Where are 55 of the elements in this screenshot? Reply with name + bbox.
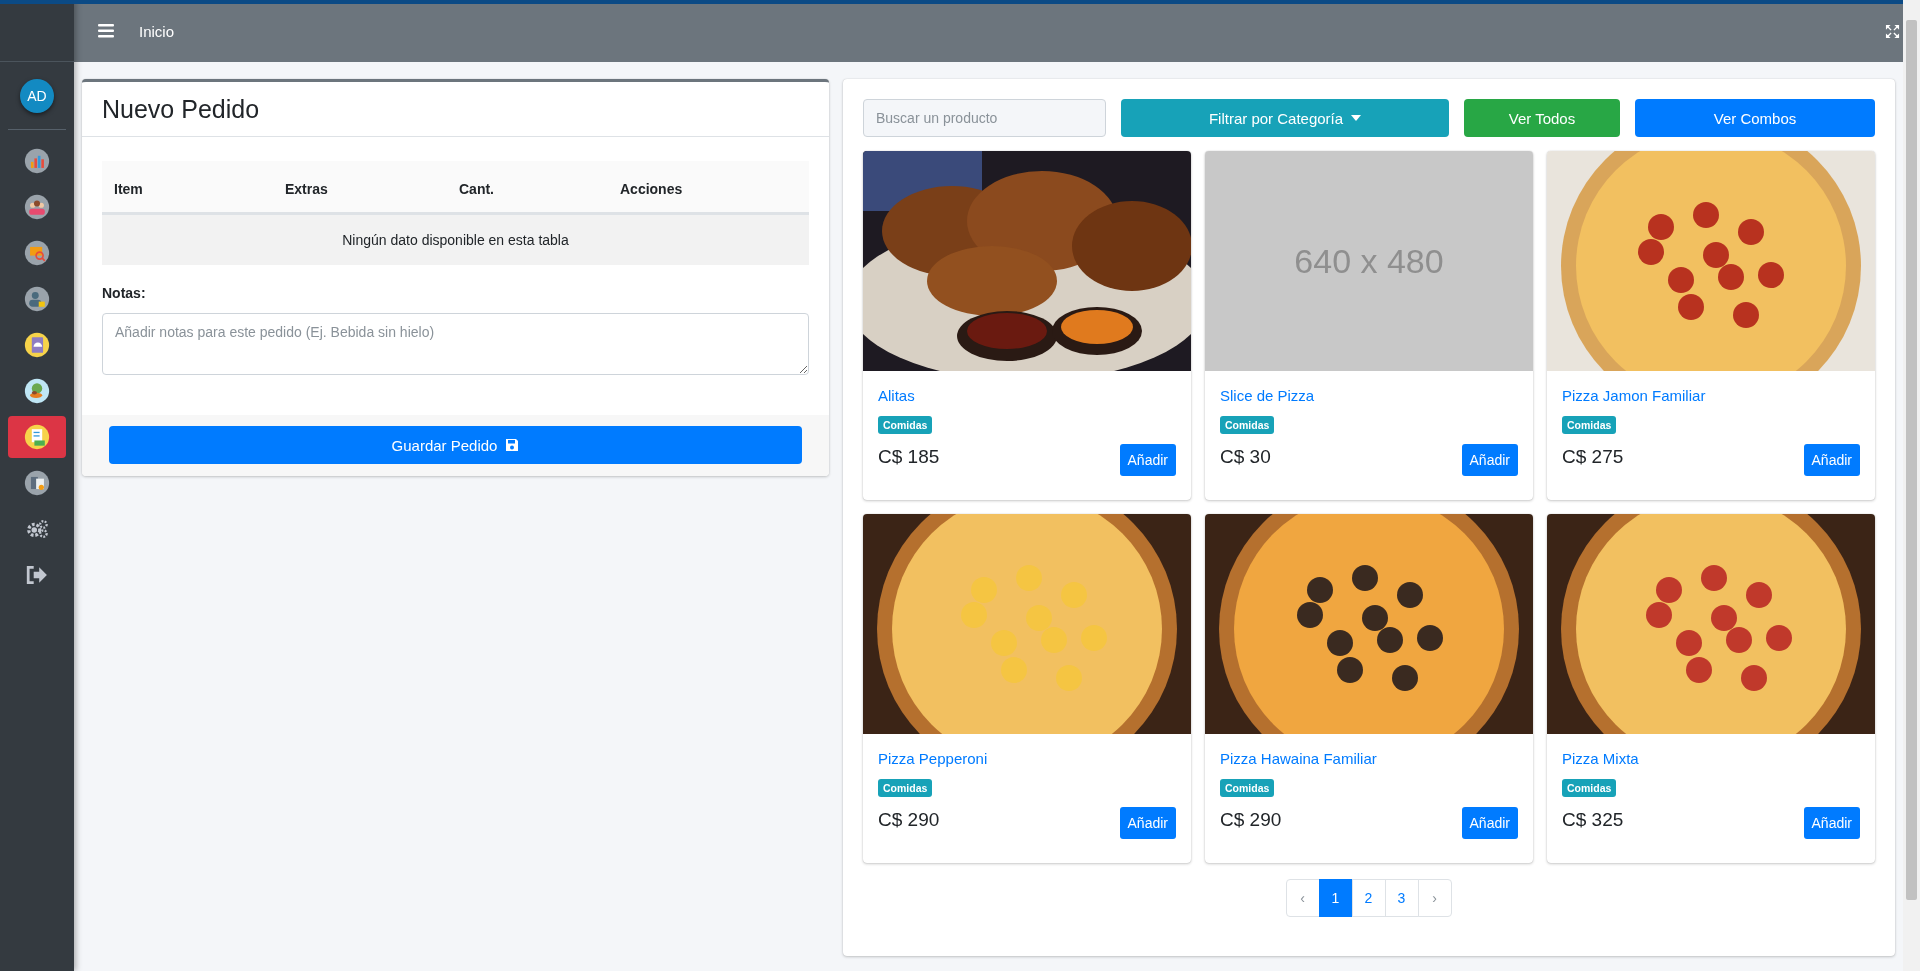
- product-price: C$ 275: [1562, 446, 1624, 468]
- add-button[interactable]: Añadir: [1803, 444, 1860, 476]
- add-button[interactable]: Añadir: [1461, 807, 1518, 839]
- image-size-label: 640 x 480: [1294, 241, 1444, 281]
- page-button[interactable]: 2: [1351, 879, 1386, 917]
- filter-button[interactable]: Ver Todos: [1464, 99, 1620, 137]
- receipt-icon: [24, 424, 50, 450]
- salad-icon: [24, 378, 50, 404]
- product-name-link[interactable]: Pizza Hawaina Familiar: [1220, 750, 1377, 767]
- add-button[interactable]: Añadir: [1119, 807, 1176, 839]
- user-lock-icon: [24, 286, 50, 312]
- search-field[interactable]: Buscar un producto: [863, 99, 1106, 137]
- category-badge: Comidas: [1562, 779, 1617, 797]
- sidebar-item[interactable]: [8, 416, 66, 458]
- add-button[interactable]: Añadir: [1803, 807, 1860, 839]
- scrollbar[interactable]: [1903, 0, 1920, 971]
- page-button[interactable]: 1: [1318, 879, 1353, 917]
- product-price: C$ 185: [878, 446, 940, 468]
- caret-icon: [1351, 115, 1362, 121]
- filter-dropdown-button[interactable]: Filtrar por Categoría: [1121, 99, 1449, 137]
- save-order-button[interactable]: Guardar Pedido: [109, 426, 802, 464]
- category-badge: Comidas: [1220, 416, 1275, 434]
- page-button[interactable]: 3: [1384, 879, 1419, 917]
- sign-out-icon: [26, 565, 48, 585]
- book-icon: [24, 332, 50, 358]
- next-page-button[interactable]: ›: [1417, 879, 1452, 917]
- product-name-link[interactable]: Pizza Mixta: [1562, 750, 1639, 767]
- fullscreen-icon[interactable]: [1885, 23, 1900, 39]
- product-price: C$ 290: [878, 809, 940, 831]
- chart-icon: [24, 148, 50, 174]
- product-name-link[interactable]: Pizza Jamon Familiar: [1562, 387, 1706, 404]
- add-button[interactable]: Añadir: [1119, 444, 1176, 476]
- notes-field[interactable]: Añadir notas para este pedido (Ej. Bebida sin hielo): [102, 313, 809, 375]
- category-badge: Comidas: [1562, 416, 1617, 434]
- home-link[interactable]: Inicio: [139, 22, 175, 40]
- product-price: C$ 30: [1220, 446, 1271, 468]
- product-price: C$ 290: [1220, 809, 1282, 831]
- notes-label: Notas:: [102, 285, 147, 301]
- category-badge: Comidas: [878, 779, 933, 797]
- previous-page-button[interactable]: ‹: [1285, 879, 1320, 917]
- product-name-link[interactable]: Slice de Pizza: [1220, 387, 1315, 404]
- empty-table-message: Ningún dato disponible en esta tabla: [102, 213, 809, 265]
- card-title: Nuevo Pedido: [102, 95, 261, 124]
- product-price: C$ 325: [1562, 809, 1624, 831]
- magnifier-icon: [24, 240, 50, 266]
- product-name-link[interactable]: Pizza Pepperoni: [878, 750, 988, 767]
- people-icon: [24, 194, 50, 220]
- category-badge: Comidas: [1220, 779, 1275, 797]
- product-name-link[interactable]: Alitas: [878, 387, 915, 404]
- save-icon: [505, 438, 520, 452]
- filter-button[interactable]: Ver Combos: [1635, 99, 1875, 137]
- category-badge: Comidas: [878, 416, 933, 434]
- add-button[interactable]: Añadir: [1461, 444, 1518, 476]
- menu-icon[interactable]: [98, 24, 114, 38]
- avatar[interactable]: AD: [20, 79, 54, 113]
